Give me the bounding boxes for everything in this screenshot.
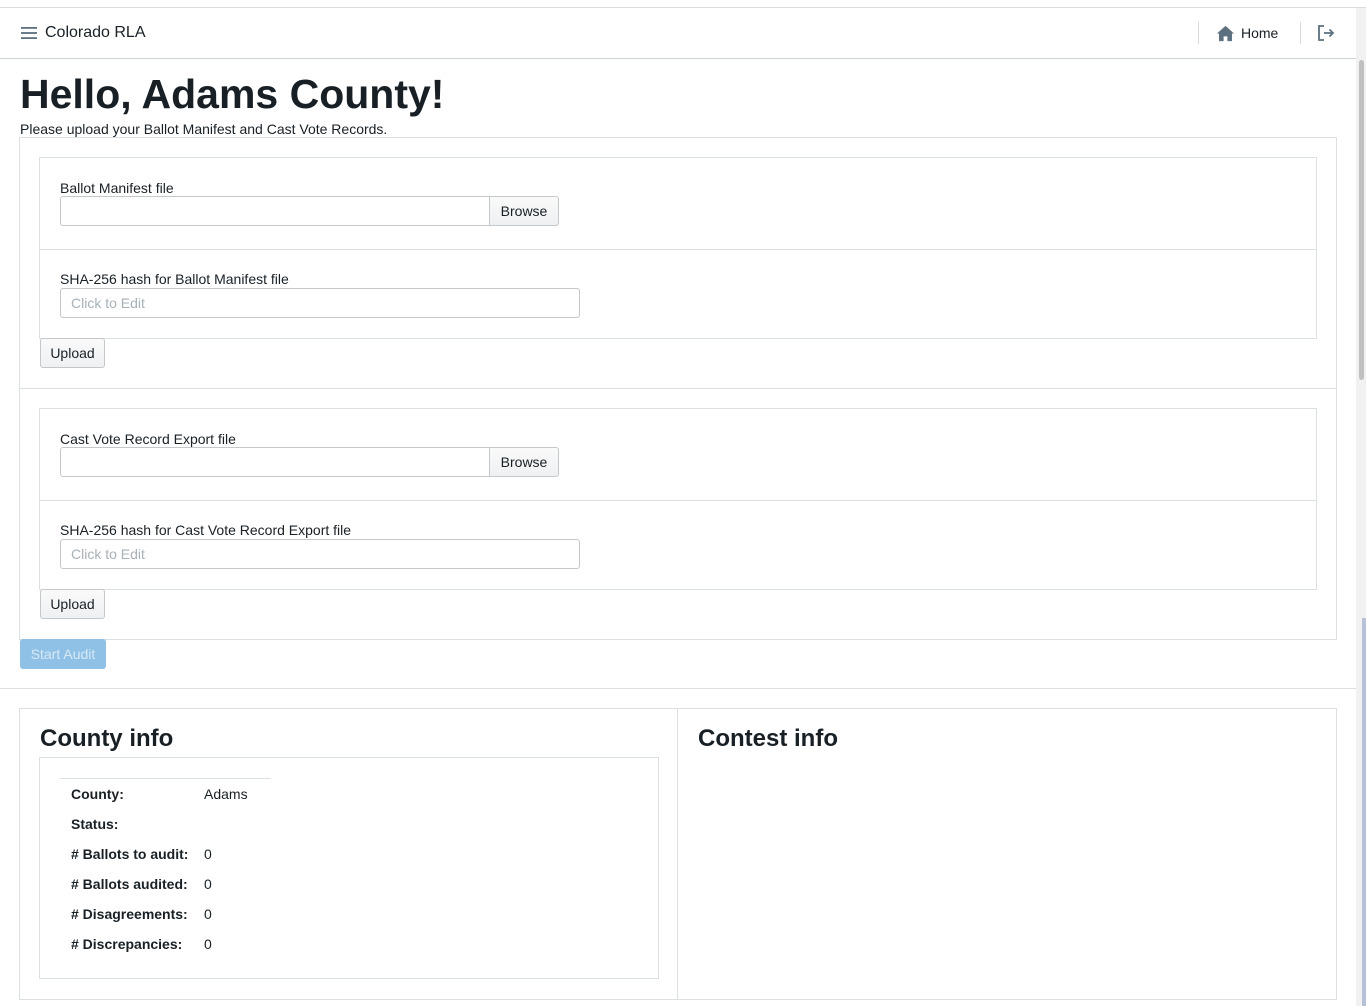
scrollbar-accent (1362, 618, 1366, 1006)
nav-divider (1300, 22, 1301, 44)
ballot-manifest-hash-input[interactable]: Click to Edit (60, 288, 580, 318)
cvr-export-hash-input[interactable]: Click to Edit (60, 539, 580, 569)
cvr-export-form: Cast Vote Record Export file Browse SHA-… (19, 388, 1337, 640)
ballot-manifest-file-panel: Ballot Manifest file Browse (39, 157, 1317, 250)
info-label: # Disagreements: (71, 906, 188, 922)
ballot-manifest-hash-panel: SHA-256 hash for Ballot Manifest file Cl… (39, 249, 1317, 339)
contest-info-card: Contest info (677, 708, 1337, 1000)
start-audit-button[interactable]: Start Audit (20, 639, 106, 669)
info-value: 0 (204, 846, 212, 862)
browser-top-strip (0, 0, 1366, 8)
cvr-export-hash-panel: SHA-256 hash for Cast Vote Record Export… (39, 500, 1317, 590)
home-button[interactable]: Home (1216, 22, 1278, 44)
app-name: Colorado RLA (45, 24, 146, 41)
info-value: 0 (204, 876, 212, 892)
info-value: Adams (204, 786, 248, 802)
file-name-field[interactable] (60, 447, 489, 477)
ballot-manifest-file-label: Ballot Manifest file (60, 180, 174, 196)
ballot-manifest-file-input[interactable]: Browse (60, 196, 559, 226)
county-info-title: County info (40, 725, 174, 752)
table-row: Status: (60, 809, 271, 839)
upload-ballot-manifest-button[interactable]: Upload (40, 338, 105, 368)
cvr-export-file-label: Cast Vote Record Export file (60, 431, 236, 447)
home-label: Home (1241, 25, 1279, 41)
home-icon (1216, 25, 1235, 41)
table-row: # Discrepancies: 0 (60, 929, 271, 959)
upload-cvr-export-button[interactable]: Upload (40, 589, 105, 619)
info-value: 0 (204, 936, 212, 952)
scrollbar-thumb[interactable] (1359, 60, 1364, 380)
info-label: County: (71, 786, 124, 802)
file-name-field[interactable] (60, 196, 489, 226)
table-row: # Disagreements: 0 (60, 899, 271, 929)
hamburger-menu-icon (21, 27, 37, 39)
cvr-export-hash-label: SHA-256 hash for Cast Vote Record Export… (60, 522, 352, 538)
county-info-panel: County: Adams Status: # Ballots to audit… (39, 757, 659, 979)
browse-button[interactable]: Browse (489, 196, 559, 226)
section-divider (0, 688, 1356, 689)
browse-button[interactable]: Browse (489, 447, 559, 477)
cvr-export-file-input[interactable]: Browse (60, 447, 559, 477)
navbar: Colorado RLA Home (0, 8, 1356, 59)
info-value: 0 (204, 906, 212, 922)
info-label: # Ballots to audit: (71, 846, 189, 862)
table-row: # Ballots to audit: 0 (60, 839, 271, 869)
page-subtitle: Please upload your Ballot Manifest and C… (20, 121, 388, 137)
county-info-table: County: Adams Status: # Ballots to audit… (60, 778, 271, 959)
logout-button[interactable] (1315, 22, 1337, 44)
app-menu-button[interactable]: Colorado RLA (20, 22, 146, 44)
county-info-card: County info County: Adams Status: # Ball… (19, 708, 679, 1000)
cvr-export-file-panel: Cast Vote Record Export file Browse (39, 408, 1317, 501)
log-out-icon (1318, 25, 1335, 41)
info-label: Status: (71, 816, 119, 832)
info-label: # Ballots audited: (71, 876, 188, 892)
ballot-manifest-hash-label: SHA-256 hash for Ballot Manifest file (60, 271, 289, 287)
table-row: # Ballots audited: 0 (60, 869, 271, 899)
ballot-manifest-form: Ballot Manifest file Browse SHA-256 hash… (19, 137, 1337, 389)
info-label: # Discrepancies: (71, 936, 183, 952)
page-title: Hello, Adams County! (20, 71, 445, 117)
table-row: County: Adams (60, 779, 271, 809)
nav-divider (1198, 22, 1199, 44)
contest-info-title: Contest info (698, 725, 838, 752)
